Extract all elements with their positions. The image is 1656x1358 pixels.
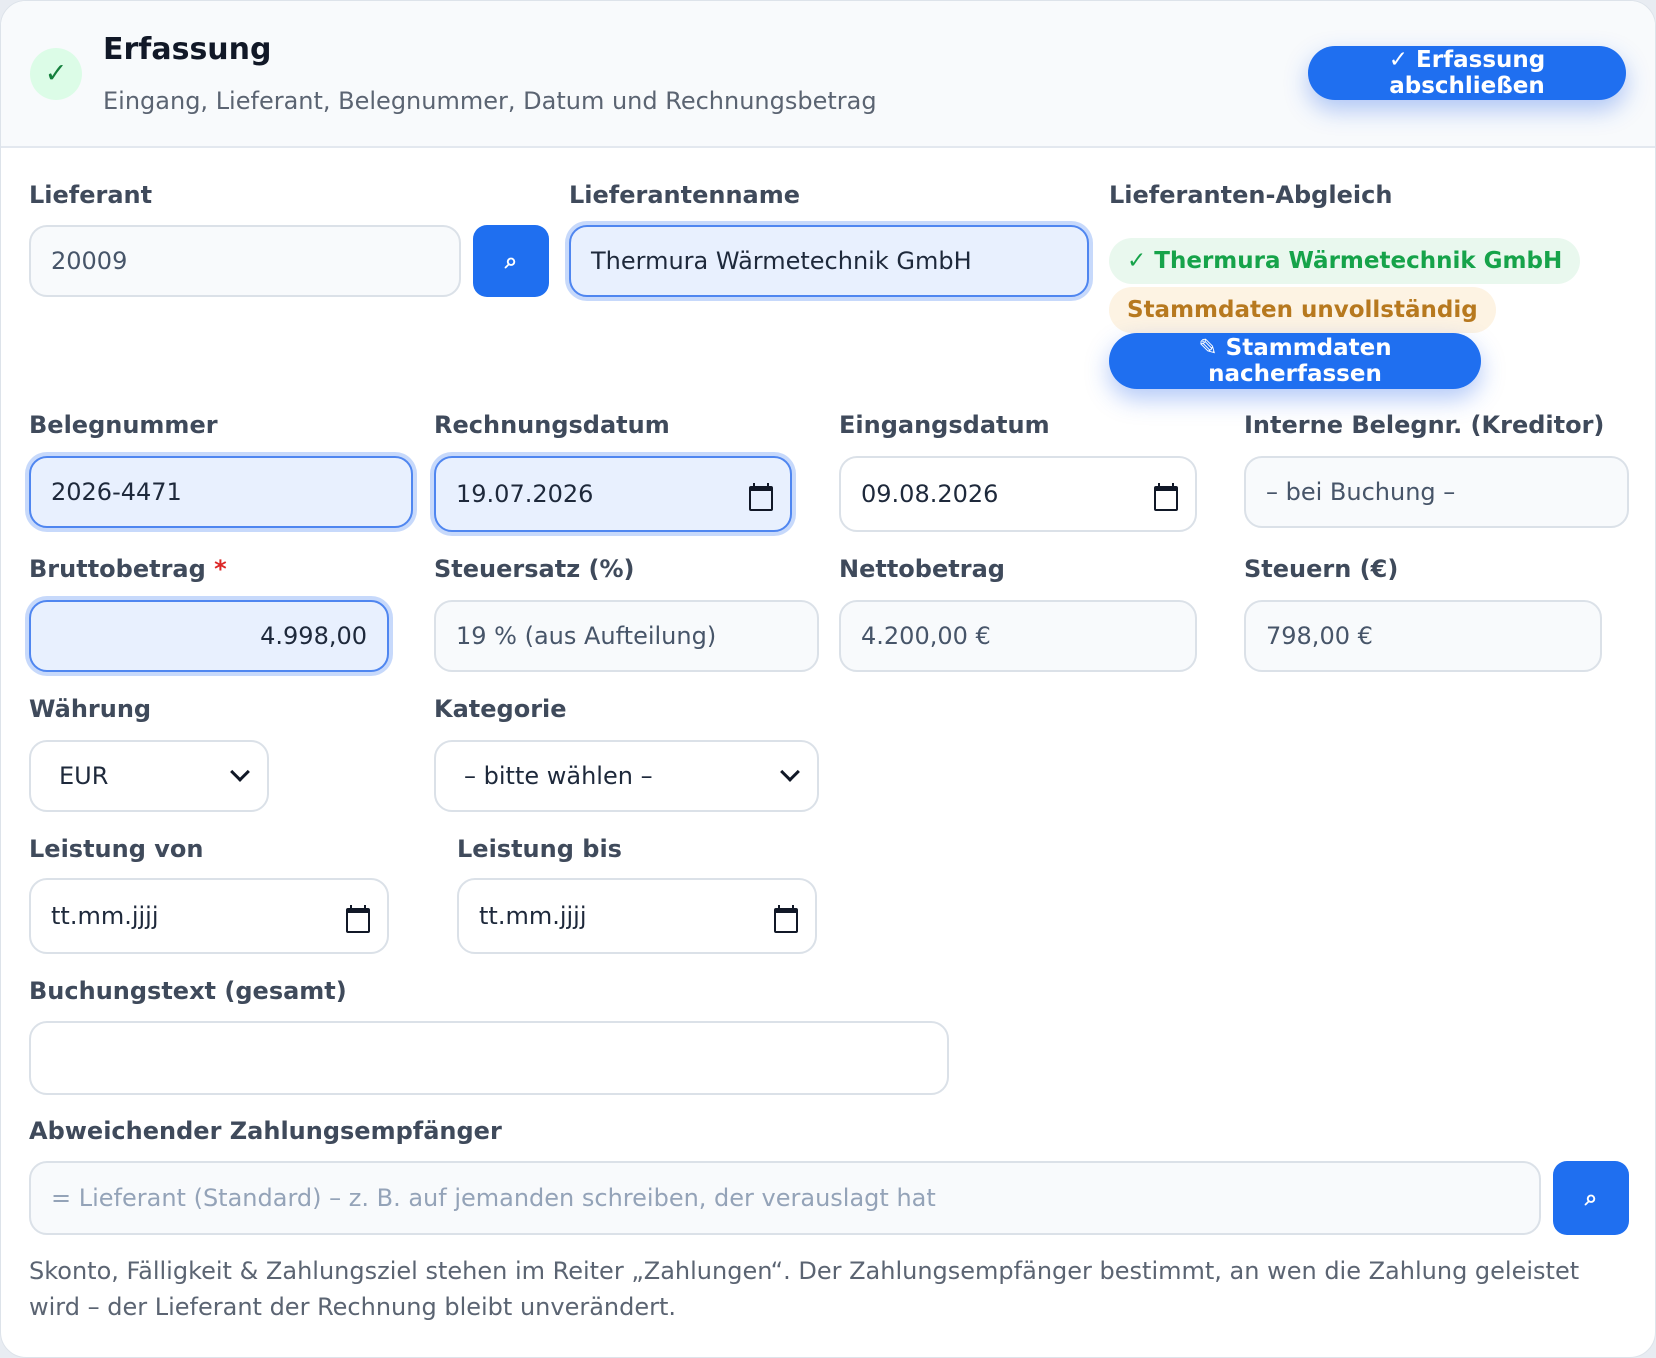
search-icon: ⌕ — [1584, 1185, 1598, 1210]
lieferantenname-input[interactable]: Thermura Wärmetechnik GmbH — [569, 225, 1089, 297]
eingangsdatum-label: Eingangsdatum — [839, 411, 1050, 439]
steuern-label: Steuern (€) — [1244, 555, 1399, 583]
search-icon: ⌕ — [504, 248, 518, 273]
lieferant-label: Lieferant — [29, 181, 153, 209]
masterdata-warning-badge: Stammdaten unvollständig — [1109, 287, 1496, 333]
kategorie-select[interactable]: – bitte wählen – — [434, 740, 819, 812]
bruttobetrag-value: 4.998,00 — [260, 622, 367, 650]
chevron-down-icon — [780, 762, 800, 782]
rechnungsdatum-label: Rechnungsdatum — [434, 411, 670, 439]
waehrung-value: EUR — [59, 762, 109, 790]
calendar-icon[interactable] — [773, 905, 798, 933]
kategorie-value: – bitte wählen – — [464, 762, 653, 790]
lieferant-value: 20009 — [51, 247, 128, 275]
finish-capture-button[interactable]: ✓ Erfassung abschließen — [1308, 46, 1626, 100]
eingangsdatum-input[interactable]: 09.08.2026 — [839, 456, 1197, 532]
zahlungsempfaenger-input[interactable]: = Lieferant (Standard) – z. B. auf jeman… — [29, 1161, 1541, 1235]
steuersatz-value: 19 % (aus Aufteilung) — [456, 622, 717, 650]
steuersatz-field: 19 % (aus Aufteilung) — [434, 600, 819, 672]
interne-belegnr-field: – bei Buchung – — [1244, 456, 1629, 528]
steuern-field: 798,00 € — [1244, 600, 1602, 672]
waehrung-label: Währung — [29, 695, 152, 723]
nettobetrag-value: 4.200,00 € — [861, 622, 991, 650]
calendar-icon[interactable] — [748, 483, 773, 511]
steuern-value: 798,00 € — [1266, 622, 1373, 650]
leistung-bis-placeholder: tt.mm.jjjj — [479, 902, 587, 930]
bruttobetrag-label-text: Bruttobetrag — [29, 555, 206, 583]
interne-belegnr-label: Interne Belegnr. (Kreditor) — [1244, 411, 1605, 439]
eingangsdatum-value: 09.08.2026 — [861, 480, 999, 508]
bruttobetrag-label: Bruttobetrag * — [29, 555, 227, 583]
kategorie-label: Kategorie — [434, 695, 567, 723]
lieferantenname-label: Lieferantenname — [569, 181, 801, 209]
leistung-von-input[interactable]: tt.mm.jjjj — [29, 878, 389, 954]
leistung-von-placeholder: tt.mm.jjjj — [51, 902, 159, 930]
steuersatz-label: Steuersatz (%) — [434, 555, 635, 583]
bruttobetrag-input[interactable]: 4.998,00 — [29, 600, 389, 672]
rechnungsdatum-value: 19.07.2026 — [456, 480, 594, 508]
supplier-match-badge: ✓ Thermura Wärmetechnik GmbH — [1109, 238, 1581, 284]
leistung-bis-label: Leistung bis — [457, 835, 622, 863]
chevron-down-icon — [230, 762, 250, 782]
waehrung-select[interactable]: EUR — [29, 740, 269, 812]
erfassung-card: ✓ Erfassung Eingang, Lieferant, Belegnum… — [0, 0, 1656, 1358]
lieferant-search-button[interactable]: ⌕ — [473, 225, 549, 297]
buchungstext-label: Buchungstext (gesamt) — [29, 977, 347, 1005]
section-subtitle: Eingang, Lieferant, Belegnummer, Datum u… — [103, 87, 877, 115]
nettobetrag-label: Nettobetrag — [839, 555, 1005, 583]
zahlungsempfaenger-search-button[interactable]: ⌕ — [1553, 1161, 1629, 1235]
section-title: Erfassung — [103, 32, 272, 67]
check-icon: ✓ — [30, 48, 82, 100]
lieferant-input[interactable]: 20009 — [29, 225, 461, 297]
leistung-von-label: Leistung von — [29, 835, 204, 863]
required-mark: * — [214, 555, 227, 583]
leistung-bis-input[interactable]: tt.mm.jjjj — [457, 878, 817, 954]
belegnummer-label: Belegnummer — [29, 411, 218, 439]
zahlungsempfaenger-placeholder: = Lieferant (Standard) – z. B. auf jeman… — [51, 1184, 936, 1212]
edit-masterdata-button[interactable]: ✎ Stammdaten nacherfassen — [1109, 333, 1481, 389]
belegnummer-value: 2026-4471 — [51, 478, 182, 506]
buchungstext-input[interactable] — [29, 1021, 949, 1095]
interne-belegnr-value: – bei Buchung – — [1266, 478, 1456, 506]
calendar-icon[interactable] — [1153, 483, 1178, 511]
nettobetrag-field: 4.200,00 € — [839, 600, 1197, 672]
belegnummer-input[interactable]: 2026-4471 — [29, 456, 413, 528]
rechnungsdatum-input[interactable]: 19.07.2026 — [434, 456, 792, 532]
zahlungsempfaenger-label: Abweichender Zahlungsempfänger — [29, 1117, 502, 1145]
lieferantenname-value: Thermura Wärmetechnik GmbH — [591, 247, 972, 275]
payments-hint: Skonto, Fälligkeit & Zahlungsziel stehen… — [29, 1257, 1580, 1321]
abgleich-label: Lieferanten-Abgleich — [1109, 181, 1393, 209]
card-header: ✓ Erfassung Eingang, Lieferant, Belegnum… — [1, 1, 1655, 148]
calendar-icon[interactable] — [345, 905, 370, 933]
